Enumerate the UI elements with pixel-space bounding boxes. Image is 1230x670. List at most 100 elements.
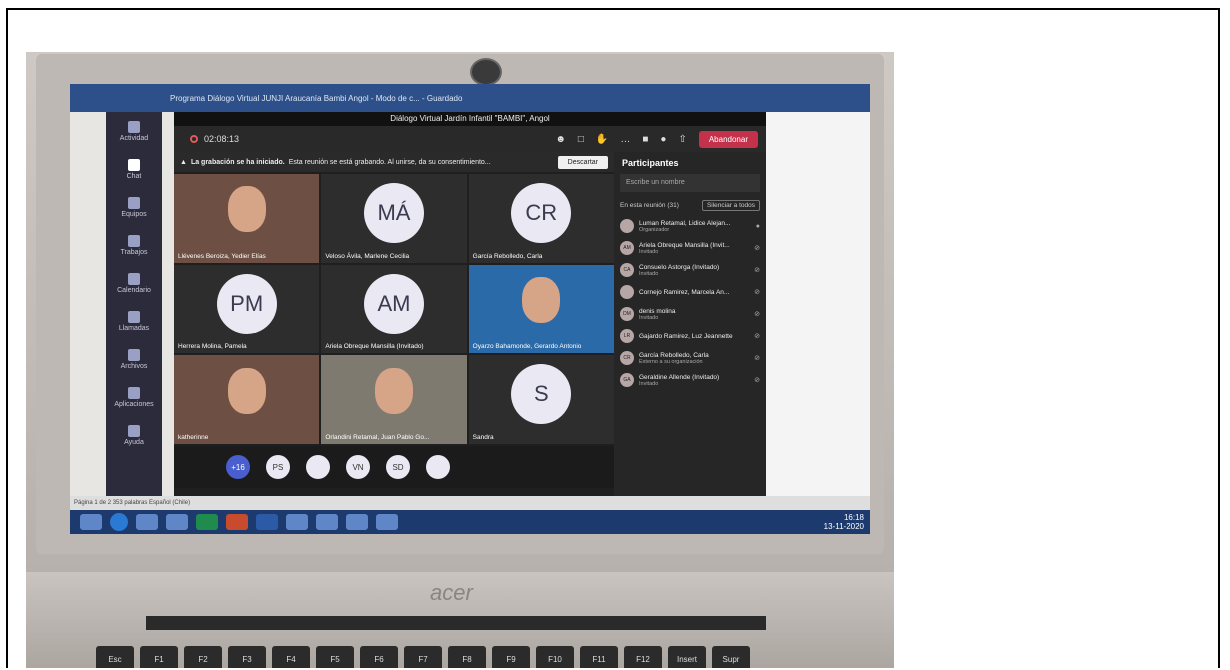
avatar: S bbox=[511, 364, 572, 425]
excel-icon[interactable] bbox=[196, 514, 218, 530]
panel-title: Participantes bbox=[622, 158, 679, 168]
teams-icon[interactable] bbox=[376, 514, 398, 530]
rail-item-ayuda[interactable]: Ayuda bbox=[106, 416, 162, 454]
more-icon[interactable]: … bbox=[620, 134, 630, 145]
avatar[interactable]: PS bbox=[266, 455, 290, 479]
key: F6 bbox=[360, 646, 398, 668]
start-icon[interactable] bbox=[80, 514, 102, 530]
video-tile[interactable]: S Sandra bbox=[468, 355, 614, 444]
meeting-window: Diálogo Virtual Jardín Infantil "BAMBI",… bbox=[174, 112, 766, 496]
folder-icon[interactable] bbox=[166, 514, 188, 530]
avatar bbox=[620, 285, 634, 299]
video-tile[interactable]: katherinne bbox=[174, 355, 320, 444]
mic-off-icon: ⊘ bbox=[754, 267, 760, 274]
avatar[interactable] bbox=[306, 455, 330, 479]
search-input[interactable]: Escribe un nombre bbox=[620, 174, 760, 192]
list-item[interactable]: AM Ariela Obreque Mansilla (Invit... Invit… bbox=[614, 237, 766, 259]
rail-item-chat[interactable]: Chat bbox=[106, 150, 162, 188]
meeting-title: Diálogo Virtual Jardín Infantil "BAMBI",… bbox=[174, 112, 766, 126]
participant-video bbox=[227, 367, 266, 414]
word-status-bar: Página 1 de 2 353 palabras Español (Chil… bbox=[70, 496, 870, 510]
section-header: En esta reunión (31) Silenciar a todos bbox=[614, 196, 766, 215]
list-item[interactable]: GA Geraldine Allende (Invitado) Invitado ⊘ bbox=[614, 369, 766, 391]
phone-icon bbox=[128, 310, 140, 323]
laptop-base: acer Esc F1 F2 F3 F4 F5 F6 F7 F8 F9 F10 … bbox=[26, 572, 894, 668]
rail-item-archivos[interactable]: Archivos bbox=[106, 340, 162, 378]
chrome-icon[interactable] bbox=[316, 514, 338, 530]
overflow-participants: +16 PS VN SD bbox=[174, 446, 614, 488]
apps-icon bbox=[128, 386, 140, 399]
avatar bbox=[620, 219, 634, 233]
hinge-bar bbox=[146, 616, 766, 630]
screen-bezel: Programa Diálogo Virtual JUNJI Araucanía… bbox=[36, 54, 884, 554]
leave-button[interactable]: Abandonar bbox=[698, 130, 758, 148]
video-tile[interactable]: Oyarzo Bahamonde, Gerardo Antonio bbox=[468, 264, 614, 354]
participant-video bbox=[374, 367, 413, 414]
dismiss-button[interactable]: Descartar bbox=[557, 155, 608, 169]
mic-icon[interactable]: ● bbox=[660, 134, 666, 145]
list-item[interactable]: Luman Retamal, Lidice Alejan... Organizad… bbox=[614, 215, 766, 237]
video-tile[interactable]: Orlandini Retamal, Juan Pablo Go... bbox=[321, 355, 467, 444]
rail-item-trabajos[interactable]: Trabajos bbox=[106, 226, 162, 264]
function-key-row: Esc F1 F2 F3 F4 F5 F6 F7 F8 F9 F10 F11 F… bbox=[96, 646, 750, 668]
key: F11 bbox=[580, 646, 618, 668]
avatar: LR bbox=[620, 329, 634, 343]
more-participants-button[interactable]: +16 bbox=[226, 455, 250, 479]
rail-item-aplicaciones[interactable]: Aplicaciones bbox=[106, 378, 162, 416]
rail-item-calendario[interactable]: Calendario bbox=[106, 264, 162, 302]
raise-hand-icon[interactable]: ✋ bbox=[596, 134, 608, 145]
file-icon bbox=[128, 348, 140, 361]
outlook-icon[interactable] bbox=[286, 514, 308, 530]
avatar[interactable]: VN bbox=[346, 455, 370, 479]
calendar-icon bbox=[128, 272, 140, 285]
video-tile[interactable]: Llévenes Beroiza, Yedier Elías bbox=[174, 174, 320, 263]
video-tile[interactable]: AM Ariela Obreque Mansilla (Invitado) bbox=[321, 264, 467, 354]
avatar[interactable] bbox=[426, 455, 450, 479]
key: Supr bbox=[712, 646, 750, 668]
recording-banner: ▲ La grabación se ha iniciado. Esta reun… bbox=[174, 152, 614, 172]
rail-item-actividad[interactable]: Actividad bbox=[106, 112, 162, 150]
participants-icon[interactable]: ☻ bbox=[555, 134, 566, 145]
list-item[interactable]: Cornejo Ramirez, Marcela An... ⊘ bbox=[614, 281, 766, 303]
key: F7 bbox=[404, 646, 442, 668]
brand-logo: acer bbox=[430, 580, 473, 605]
rail-item-llamadas[interactable]: Llamadas bbox=[106, 302, 162, 340]
key: Esc bbox=[96, 646, 134, 668]
key: F9 bbox=[492, 646, 530, 668]
avatar: MÁ bbox=[363, 183, 424, 243]
rail-item-equipos[interactable]: Equipos bbox=[106, 188, 162, 226]
list-item[interactable]: CA Consuelo Astorga (Invitado) Invitado ⊘ bbox=[614, 259, 766, 281]
browser-icon[interactable] bbox=[110, 513, 128, 531]
list-item[interactable]: LR Gajardo Ramirez, Luz Jeannette ⊘ bbox=[614, 325, 766, 347]
key: F4 bbox=[272, 646, 310, 668]
list-item[interactable]: DM denis molina Invitado ⊘ bbox=[614, 303, 766, 325]
firefox-icon[interactable] bbox=[346, 514, 368, 530]
taskbar-clock[interactable]: 16:18 13-11-2020 bbox=[824, 513, 864, 531]
avatar[interactable]: SD bbox=[386, 455, 410, 479]
key: F2 bbox=[184, 646, 222, 668]
video-tile[interactable]: PM Herrera Molina, Pamela bbox=[174, 264, 320, 354]
word-icon[interactable] bbox=[256, 514, 278, 530]
camera-icon[interactable]: ■ bbox=[642, 134, 648, 145]
powerpoint-icon[interactable] bbox=[226, 514, 248, 530]
assignments-icon bbox=[128, 234, 140, 247]
key: F3 bbox=[228, 646, 266, 668]
mic-icon: ● bbox=[755, 222, 760, 230]
participant-video bbox=[522, 277, 561, 324]
avatar: GA bbox=[620, 373, 634, 387]
video-grid: Llévenes Beroiza, Yedier Elías MÁ Veloso … bbox=[174, 174, 614, 444]
list-item[interactable]: CR García Rebolledo, Carla Externo a su or… bbox=[614, 347, 766, 369]
meeting-timer: 02:08:13 bbox=[190, 134, 239, 144]
laptop-photo: Programa Diálogo Virtual JUNJI Araucanía… bbox=[26, 52, 894, 668]
laptop-screen: Programa Diálogo Virtual JUNJI Araucanía… bbox=[70, 84, 870, 534]
onenote-icon[interactable] bbox=[136, 514, 158, 530]
avatar: CR bbox=[620, 351, 634, 365]
key: Insert bbox=[668, 646, 706, 668]
chat-icon[interactable]: □ bbox=[578, 134, 584, 145]
bell-icon bbox=[128, 120, 140, 133]
mute-all-button[interactable]: Silenciar a todos bbox=[701, 200, 760, 211]
video-tile[interactable]: MÁ Veloso Ávila, Marlene Cecilia bbox=[321, 174, 467, 263]
mic-off-icon: ⊘ bbox=[754, 355, 760, 362]
video-tile[interactable]: CR García Rebolledo, Carla bbox=[468, 174, 614, 263]
share-icon[interactable]: ⇧ bbox=[678, 134, 686, 145]
